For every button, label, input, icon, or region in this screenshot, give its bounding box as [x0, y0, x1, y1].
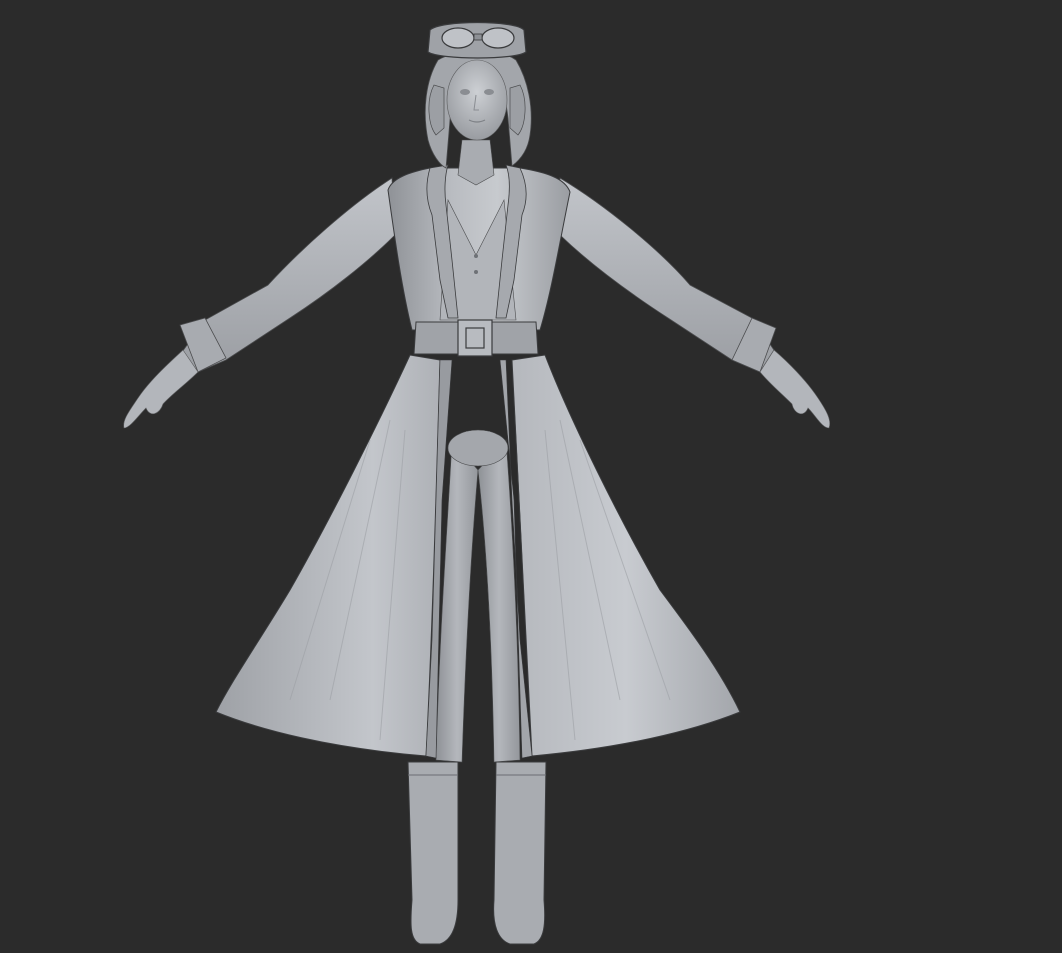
goggle-lens-right: [481, 27, 515, 49]
right-eye: [484, 89, 494, 95]
goggle-lens-left: [441, 27, 475, 49]
right-hand: [759, 349, 831, 429]
hip-area: [447, 429, 509, 467]
belt: [413, 319, 539, 357]
head: [446, 59, 508, 141]
boots: [407, 761, 547, 945]
right-boot: [493, 761, 547, 945]
button-2: [474, 270, 478, 274]
left-hand: [123, 349, 199, 429]
coat-torso: [387, 164, 571, 331]
left-boot: [407, 761, 459, 945]
3d-viewport[interactable]: [0, 0, 1062, 953]
left-eye: [460, 89, 470, 95]
coat-skirt: [215, 354, 741, 759]
character-model-render: [123, 21, 831, 945]
right-arm: [559, 177, 831, 429]
left-arm: [123, 177, 396, 429]
legs: [435, 429, 521, 763]
belt-buckle: [457, 319, 493, 357]
neck: [457, 139, 495, 186]
button-1: [474, 254, 478, 258]
goggles: [427, 21, 527, 59]
